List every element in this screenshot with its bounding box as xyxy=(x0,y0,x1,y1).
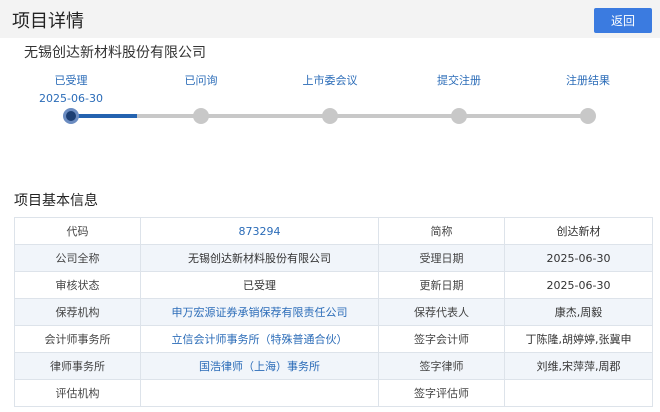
field-label: 保荐机构 xyxy=(14,298,141,326)
field-value: 已受理 xyxy=(140,271,379,299)
company-name: 无锡创达新材料股份有限公司 xyxy=(24,45,206,61)
stock-code-link[interactable]: 873294 xyxy=(140,217,379,245)
table-row: 公司全称 无锡创达新材料股份有限公司 受理日期 2025-06-30 xyxy=(14,244,653,272)
step-label: 已受理 xyxy=(54,74,88,87)
step-label: 已问询 xyxy=(184,74,218,87)
step-dot-submit-registration xyxy=(451,108,467,124)
step-dot-accepted xyxy=(63,108,79,124)
step-inquired: 已问询 xyxy=(151,72,251,88)
field-value: 2025-06-30 xyxy=(504,244,653,272)
table-row: 律师事务所 国浩律师（上海）事务所 签字律师 刘维,宋萍萍,周郡 xyxy=(14,352,653,380)
table-row: 代码 873294 简称 创达新材 xyxy=(14,217,653,245)
field-value: 创达新材 xyxy=(504,217,653,245)
back-button[interactable]: 返回 xyxy=(594,8,652,33)
step-dot-inquired xyxy=(193,108,209,124)
step-label: 提交注册 xyxy=(437,74,481,87)
step-accepted: 已受理 2025-06-30 xyxy=(21,72,121,105)
law-firm-link[interactable]: 国浩律师（上海）事务所 xyxy=(140,352,379,380)
progress-track-completed xyxy=(70,114,137,118)
step-submit-registration: 提交注册 xyxy=(409,72,509,88)
field-label: 公司全称 xyxy=(14,244,141,272)
step-dot-registration-result xyxy=(580,108,596,124)
field-label: 评估机构 xyxy=(14,379,141,407)
field-value: 刘维,宋萍萍,周郡 xyxy=(504,352,653,380)
table-row: 审核状态 已受理 更新日期 2025-06-30 xyxy=(14,271,653,299)
table-row: 会计师事务所 立信会计师事务所（特殊普通合伙） 签字会计师 丁陈隆,胡婷婷,张冀… xyxy=(14,325,653,353)
field-value xyxy=(140,379,379,407)
field-label: 会计师事务所 xyxy=(14,325,141,353)
field-value: 丁陈隆,胡婷婷,张冀申 xyxy=(504,325,653,353)
field-value: 康杰,周毅 xyxy=(504,298,653,326)
step-listing-committee: 上市委会议 xyxy=(280,72,380,88)
field-label: 审核状态 xyxy=(14,271,141,299)
page-title: 项目详情 xyxy=(12,11,84,32)
step-label: 注册结果 xyxy=(566,74,610,87)
field-value: 2025-06-30 xyxy=(504,271,653,299)
section-title-basic-info: 项目基本信息 xyxy=(14,193,98,209)
step-date: 2025-06-30 xyxy=(39,92,103,105)
sponsor-link[interactable]: 申万宏源证券承销保荐有限责任公司 xyxy=(140,298,379,326)
accounting-firm-link[interactable]: 立信会计师事务所（特殊普通合伙） xyxy=(140,325,379,353)
field-label: 简称 xyxy=(378,217,505,245)
table-row: 保荐机构 申万宏源证券承销保荐有限责任公司 保荐代表人 康杰,周毅 xyxy=(14,298,653,326)
field-label: 签字律师 xyxy=(378,352,505,380)
field-label: 签字会计师 xyxy=(378,325,505,353)
header-bar: 项目详情 返回 xyxy=(0,0,660,38)
field-label: 签字评估师 xyxy=(378,379,505,407)
field-value xyxy=(504,379,653,407)
field-label: 更新日期 xyxy=(378,271,505,299)
table-row: 评估机构 签字评估师 xyxy=(14,379,653,407)
field-label: 代码 xyxy=(14,217,141,245)
step-registration-result: 注册结果 xyxy=(538,72,638,88)
field-label: 受理日期 xyxy=(378,244,505,272)
field-value: 无锡创达新材料股份有限公司 xyxy=(140,244,379,272)
step-dot-listing-committee xyxy=(322,108,338,124)
field-label: 律师事务所 xyxy=(14,352,141,380)
step-label: 上市委会议 xyxy=(302,74,358,87)
field-label: 保荐代表人 xyxy=(378,298,505,326)
basic-info-table: 代码 873294 简称 创达新材 公司全称 无锡创达新材料股份有限公司 受理日… xyxy=(14,217,653,407)
